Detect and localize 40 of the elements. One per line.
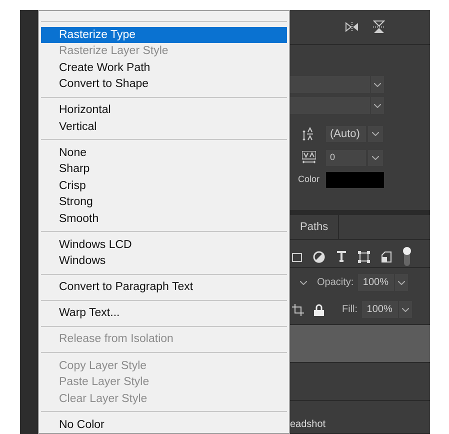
opacity-field[interactable]: 100% bbox=[358, 274, 394, 291]
menu-item[interactable]: Convert to Paragraph Text bbox=[41, 279, 287, 296]
menu-item[interactable]: Vertical bbox=[41, 118, 287, 136]
color-swatch[interactable] bbox=[326, 172, 384, 188]
flip-vertical-icon[interactable] bbox=[373, 20, 385, 34]
leading-field[interactable]: (Auto) bbox=[326, 126, 366, 142]
flip-horizontal-icon[interactable] bbox=[345, 22, 359, 32]
menu-item[interactable]: Create Work Path bbox=[41, 60, 287, 76]
tracking-icon bbox=[302, 151, 316, 165]
menu-item[interactable]: Convert to Shape bbox=[41, 76, 287, 93]
opacity-label: Opacity: bbox=[317, 276, 354, 290]
toggle-icon[interactable] bbox=[403, 246, 411, 266]
half-circle-icon[interactable] bbox=[313, 250, 325, 262]
menu-item[interactable]: None bbox=[41, 144, 287, 162]
fill-label: Fill: bbox=[342, 303, 358, 317]
lock-icon[interactable] bbox=[314, 304, 324, 316]
menu-item[interactable]: Windows bbox=[41, 253, 287, 270]
transform-icon[interactable] bbox=[358, 250, 370, 262]
menu-item[interactable]: No Color bbox=[41, 416, 287, 434]
chevron-icon[interactable] bbox=[300, 280, 307, 284]
chevron-icon[interactable] bbox=[398, 301, 412, 318]
menu-item[interactable]: Rasterize Type bbox=[41, 26, 287, 44]
menu-item[interactable]: Smooth bbox=[41, 210, 287, 228]
menu-item[interactable]: Sharp bbox=[41, 161, 287, 178]
chevron-icon[interactable] bbox=[368, 126, 383, 142]
chevron-icon[interactable] bbox=[368, 150, 383, 166]
fill-field[interactable]: 100% bbox=[362, 301, 398, 318]
chevron-icon[interactable] bbox=[394, 274, 408, 291]
menu-item[interactable]: Horizontal bbox=[41, 102, 287, 119]
panel-tab[interactable]: Paths bbox=[290, 215, 340, 239]
menu-item[interactable]: Warp Text... bbox=[41, 305, 287, 322]
menu-item[interactable]: Crisp bbox=[41, 178, 287, 194]
menu-item[interactable]: Windows LCD bbox=[41, 236, 287, 254]
chevron-icon[interactable] bbox=[371, 76, 384, 93]
color-label: Color bbox=[298, 173, 321, 186]
type-icon[interactable] bbox=[336, 251, 347, 262]
tracking-field[interactable]: 0 bbox=[326, 150, 366, 166]
leading-icon bbox=[302, 127, 316, 141]
chevron-icon[interactable] bbox=[371, 97, 384, 114]
menu-item[interactable]: Strong bbox=[41, 194, 287, 211]
